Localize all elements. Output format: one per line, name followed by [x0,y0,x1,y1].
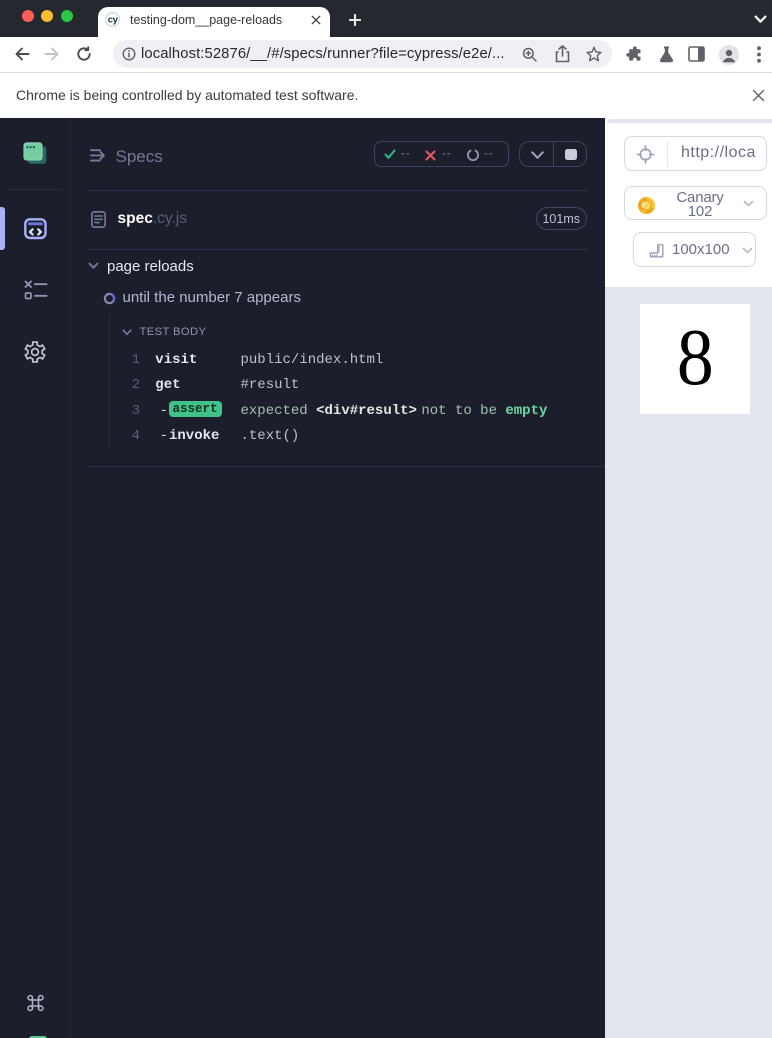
svg-text:cy: cy [107,15,118,26]
